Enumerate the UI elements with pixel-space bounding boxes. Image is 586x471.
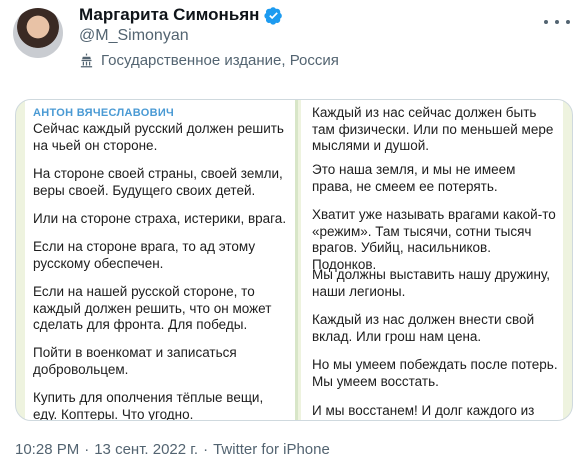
display-name[interactable]: Маргарита Симоньян <box>79 5 259 25</box>
message-paragraph: Каждый из нас сейчас должен быть там физ… <box>312 105 554 153</box>
tweet-media-image[interactable]: АНТОН ВЯЧЕСЛАВОВИЧ Сейчас каждый русский… <box>15 99 573 421</box>
tweet-time[interactable]: 10:28 PM <box>15 441 79 458</box>
message-paragraph: И мы восстанем! И долг каждого из нас по… <box>312 403 535 420</box>
tweet-date[interactable]: 13 сент. 2022 г. <box>94 441 198 458</box>
author-handle[interactable]: @M_Simonyan <box>79 27 189 45</box>
verified-badge-icon <box>264 6 283 25</box>
message-paragraph: Мы должны выставить нашу дружину, наши л… <box>312 267 551 299</box>
separator: · <box>84 441 90 458</box>
avatar[interactable] <box>13 8 63 58</box>
dot-icon <box>566 20 570 24</box>
message-paragraph: Купить для ополчения тёплые вещи, еду. К… <box>33 390 264 420</box>
separator: · <box>203 441 209 458</box>
more-options-button[interactable] <box>544 14 570 30</box>
message-paragraph: Но мы умеем побеждать после потерь. Мы у… <box>312 357 558 389</box>
message-paragraph: Если на стороне врага, то ад этому русск… <box>33 239 256 271</box>
message-paragraph: Это наша земля, и мы не имеем права, не … <box>312 162 516 194</box>
message-paragraph: Хватит уже называть врагами какой-то «ре… <box>312 207 556 272</box>
message-paragraph: Или на стороне страха, истерики, врага. <box>33 211 287 226</box>
message-paragraph: На стороне своей страны, своей земли, ве… <box>33 166 283 198</box>
message-paragraph: Каждый из нас должен внести свой вклад. … <box>312 312 535 344</box>
message-paragraph: Если на нашей русской стороне, то каждый… <box>33 284 272 332</box>
tweet-meta: 10:28 PM · 13 сент. 2022 г. · Twitter for iP… <box>15 441 335 458</box>
dot-icon <box>555 20 559 24</box>
message-sender: АНТОН ВЯЧЕСЛАВОВИЧ <box>33 107 175 119</box>
tweet-source: Twitter for iPhone <box>213 441 330 458</box>
message-paragraph: Пойти в военкомат и записаться доброволь… <box>33 345 237 377</box>
state-media-label: Государственное издание, Россия <box>79 52 339 69</box>
message-screenshot-right: Каждый из нас сейчас должен быть там физ… <box>301 100 563 420</box>
state-media-icon <box>80 53 93 68</box>
dot-icon <box>544 20 548 24</box>
author-name-row: Маргарита Симоньян <box>79 5 283 25</box>
state-media-label-text: Государственное издание, Россия <box>101 52 339 69</box>
message-paragraph: Сейчас каждый русский должен решить на ч… <box>33 121 284 153</box>
message-screenshot-left: АНТОН ВЯЧЕСЛАВОВИЧ Сейчас каждый русский… <box>25 100 298 420</box>
